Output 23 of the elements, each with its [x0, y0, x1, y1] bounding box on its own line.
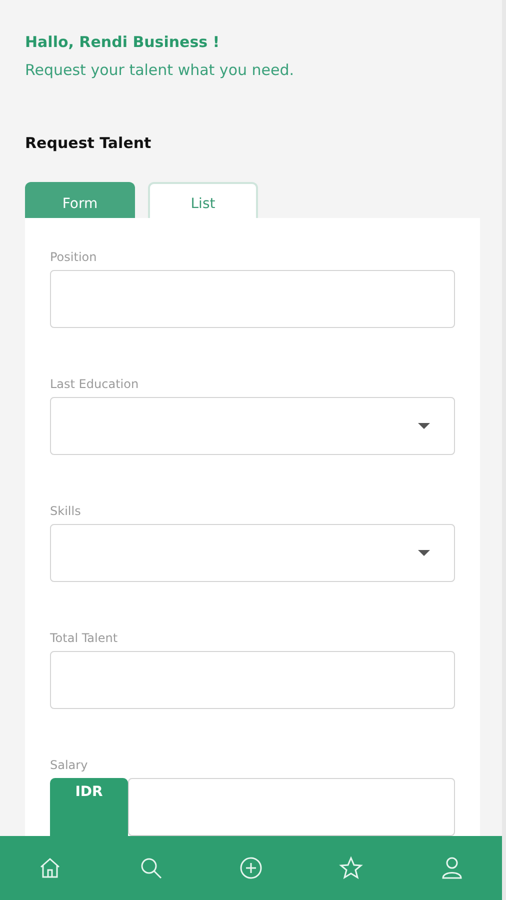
caret-icon — [418, 550, 430, 556]
field-label: Total Talent — [50, 631, 119, 645]
home-icon — [38, 856, 62, 880]
star-icon — [339, 856, 364, 880]
section-title: Request Talent — [24, 134, 152, 152]
tab[interactable]: Form — [25, 182, 135, 218]
input-field[interactable] — [128, 778, 455, 836]
tab[interactable]: List — [148, 182, 258, 218]
input-field[interactable] — [50, 270, 455, 328]
search-icon — [138, 856, 163, 880]
field-label: Last Education — [50, 377, 140, 391]
field-label: Position — [50, 250, 98, 264]
input-field[interactable] — [50, 651, 455, 709]
dropdown-field[interactable] — [50, 397, 455, 455]
field-label: Salary — [50, 758, 89, 772]
add-icon — [239, 856, 264, 880]
greeting-title: Hallo, Rendi Business ! — [25, 32, 221, 53]
user-icon — [440, 856, 464, 880]
greeting-subtitle: Request your talent what you need. — [25, 60, 296, 81]
currency-prefix[interactable]: IDR — [50, 778, 128, 836]
dropdown-field[interactable] — [50, 524, 455, 582]
caret-icon — [418, 423, 430, 429]
field-label: Skills — [50, 504, 82, 518]
